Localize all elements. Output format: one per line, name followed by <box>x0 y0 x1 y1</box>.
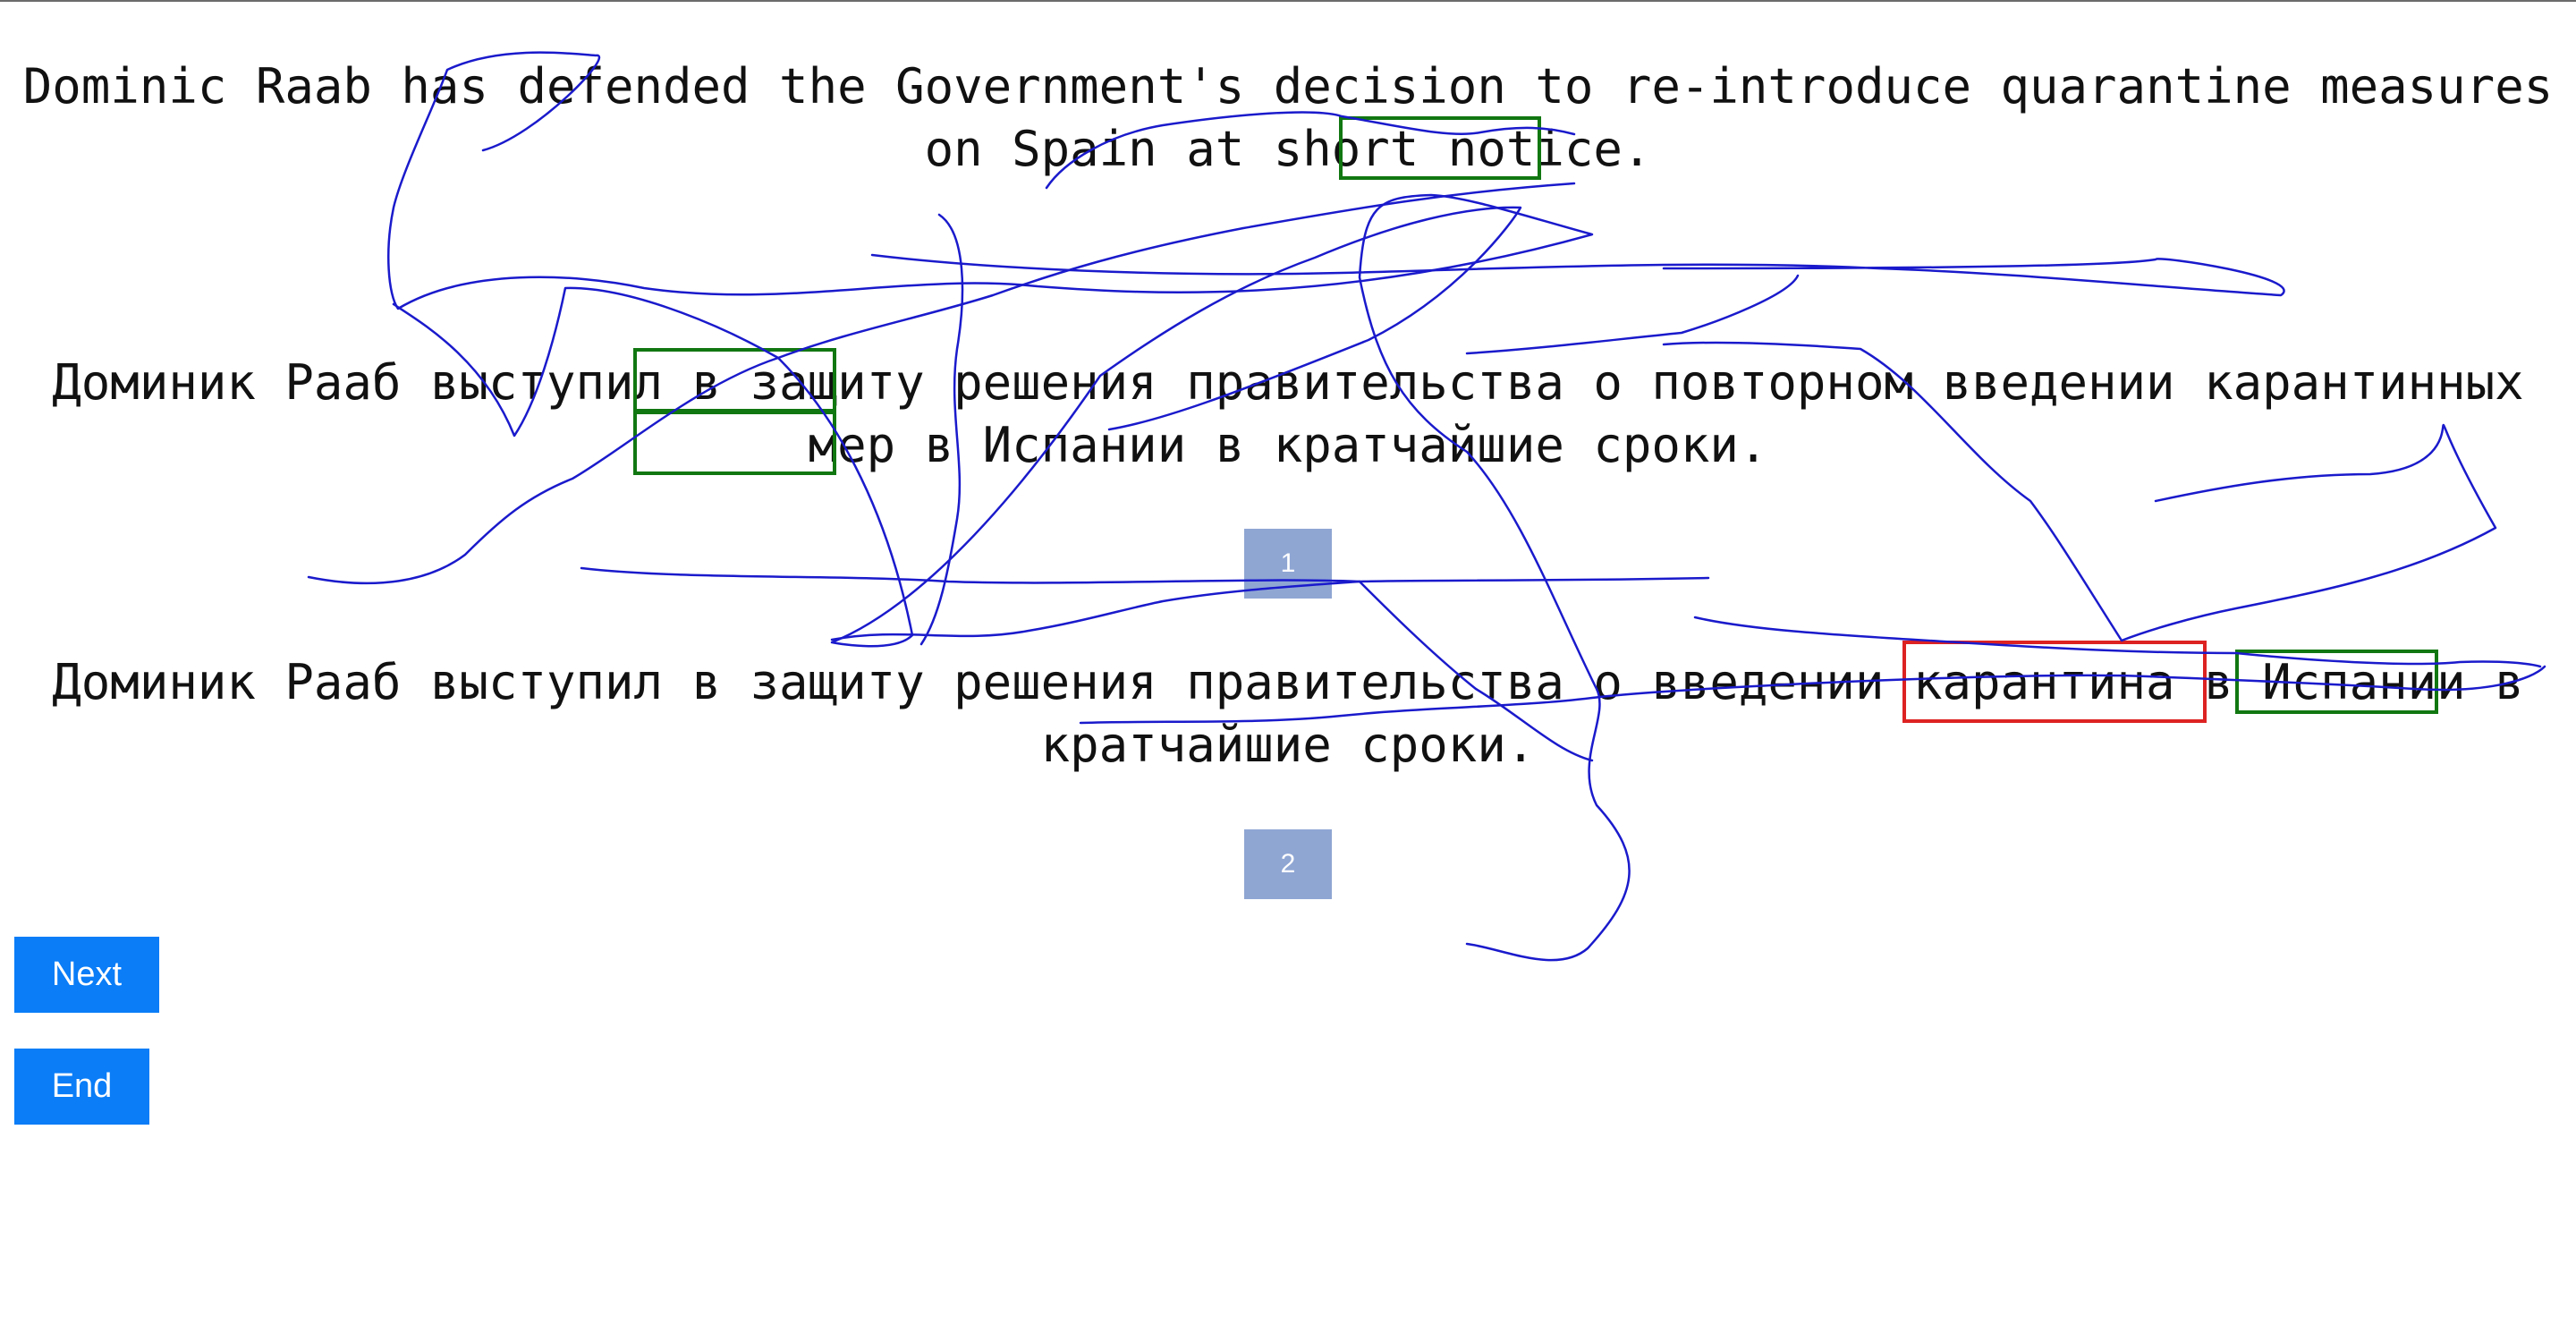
highlight-trans1-mer[interactable] <box>633 411 836 475</box>
highlight-trans1-v-zashchitu[interactable] <box>633 348 836 412</box>
rank-badge-1[interactable]: 1 <box>1244 529 1332 599</box>
source-sentence: Dominic Raab has defended the Government… <box>22 58 2554 177</box>
scribble-stroke <box>387 51 1631 962</box>
scribble-stroke <box>580 566 1710 584</box>
translation-1: Доминик Рааб выступил в защиту решения п… <box>52 354 2524 473</box>
scribble-stroke <box>1465 274 1800 355</box>
highlight-source-at-short[interactable] <box>1339 116 1541 180</box>
scribble-stroke <box>870 253 2285 297</box>
top-border <box>0 0 2576 2</box>
highlight-trans2-karantina[interactable] <box>1902 641 2207 723</box>
rank-badge-2[interactable]: 2 <box>1244 829 1332 899</box>
next-button[interactable]: Next <box>14 937 159 1013</box>
end-button[interactable]: End <box>14 1049 149 1125</box>
highlight-trans2-v-ispanii[interactable] <box>2235 650 2438 714</box>
